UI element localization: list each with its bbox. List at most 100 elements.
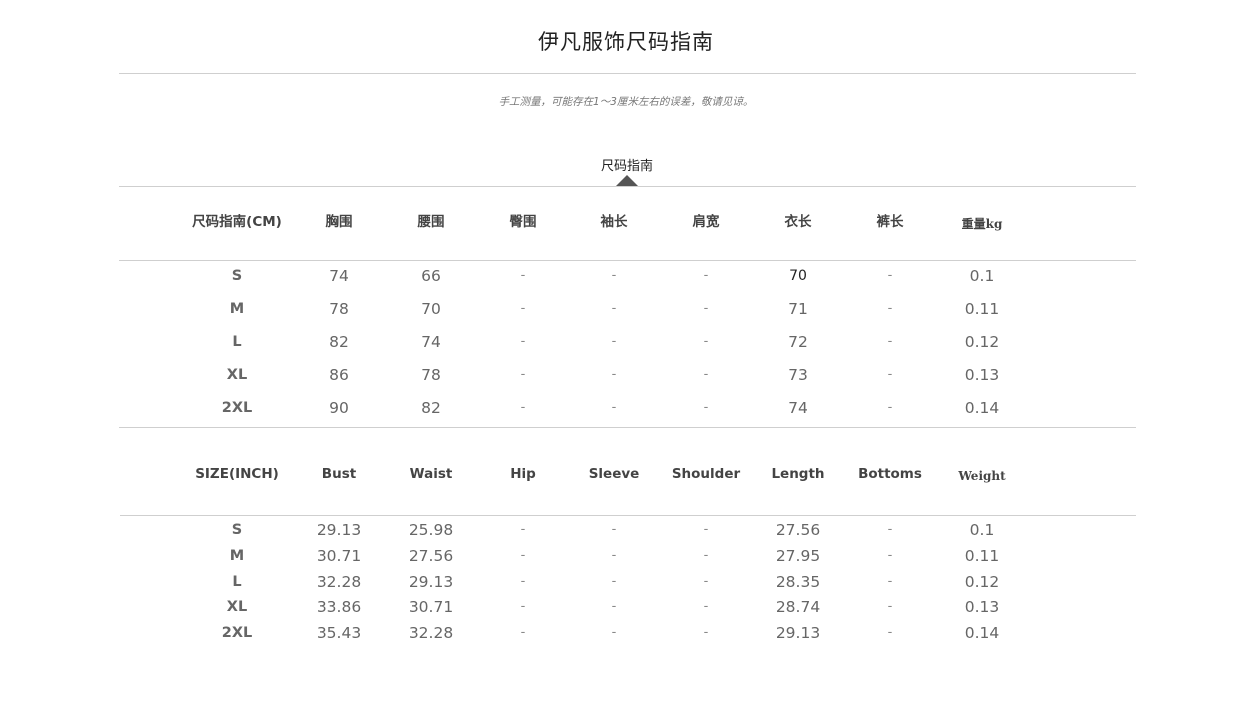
table-cell: - — [887, 268, 893, 283]
table-cell: 30.71 — [316, 547, 362, 565]
table-cell: - — [887, 367, 893, 382]
divider — [119, 186, 1136, 187]
measurement-note: 手工测量，可能存在1～3厘米左右的误差，敬请见谅。 — [498, 96, 754, 108]
table-cell: 82 — [421, 399, 441, 417]
table-row: L 82 74 - - - 72 - 0.12 — [0, 331, 1249, 353]
table-cell: 0.14 — [964, 399, 1000, 417]
table-cell: - — [520, 548, 526, 563]
table-cell: 27.56 — [775, 521, 821, 539]
table-cell: - — [611, 522, 617, 537]
size-cell: XL — [226, 367, 248, 383]
divider — [119, 427, 1136, 428]
table-cell: 30.71 — [408, 598, 454, 616]
table-cell: - — [703, 574, 709, 589]
table-cell: 27.56 — [408, 547, 454, 565]
header-cell: 尺码指南(CM) — [192, 214, 282, 230]
table-row: 2XL 35.43 32.28 - - - 29.13 - 0.14 — [0, 622, 1249, 644]
table-row: 2XL 90 82 - - - 74 - 0.14 — [0, 397, 1249, 419]
table-cell: - — [887, 334, 893, 349]
divider — [119, 73, 1136, 74]
size-cell: L — [232, 574, 242, 590]
header-cell: 臀围 — [509, 214, 537, 230]
table-cell: 32.28 — [408, 624, 454, 642]
table-cell: 27.95 — [775, 547, 821, 565]
table-cell: 78 — [421, 366, 441, 384]
header-cell: 重量kg — [961, 217, 1003, 231]
table-cell: 32.28 — [316, 573, 362, 591]
table-cell: 82 — [329, 333, 349, 351]
table-cell: - — [611, 268, 617, 283]
header-cell: SIZE(INCH) — [195, 466, 279, 482]
table-row: S 74 66 - - - 70 - 0.1 — [0, 265, 1249, 287]
table-cell: - — [887, 548, 893, 563]
size-cell: M — [229, 548, 245, 564]
header-cell: 肩宽 — [692, 214, 720, 230]
table-cell: - — [520, 400, 526, 415]
page-title: 伊凡服饰尺码指南 — [538, 30, 714, 54]
table-cell: 0.1 — [969, 267, 995, 285]
cm-table-header: 尺码指南(CM) 胸围 腰围 臀围 袖长 肩宽 衣长 裤长 重量kg — [0, 211, 1249, 233]
size-cell: L — [232, 334, 242, 350]
table-cell: - — [703, 301, 709, 316]
table-cell: 0.14 — [964, 624, 1000, 642]
header-cell: 袖长 — [600, 214, 628, 230]
table-cell: - — [611, 599, 617, 614]
table-cell: 74 — [421, 333, 441, 351]
table-cell: - — [520, 574, 526, 589]
table-cell: - — [520, 301, 526, 316]
table-cell: 0.11 — [964, 300, 1000, 318]
table-cell: - — [703, 599, 709, 614]
table-cell: 25.98 — [408, 521, 454, 539]
size-cell: S — [231, 268, 243, 284]
table-cell: - — [887, 574, 893, 589]
table-cell: 28.74 — [775, 598, 821, 616]
table-cell: - — [887, 599, 893, 614]
header-cell: Bust — [321, 466, 357, 482]
table-cell: - — [703, 522, 709, 537]
table-cell: - — [611, 625, 617, 640]
table-cell: 70 — [421, 300, 441, 318]
table-row: S 29.13 25.98 - - - 27.56 - 0.1 — [0, 519, 1249, 541]
table-cell: - — [887, 301, 893, 316]
table-cell: 72 — [788, 333, 808, 351]
table-cell: 90 — [329, 399, 349, 417]
table-cell: - — [520, 334, 526, 349]
header-cell: Shoulder — [671, 466, 741, 482]
table-cell: 0.11 — [964, 547, 1000, 565]
table-cell: - — [703, 625, 709, 640]
table-cell: 0.13 — [964, 366, 1000, 384]
divider — [120, 515, 1136, 516]
header-cell: Sleeve — [588, 466, 640, 482]
table-cell: - — [611, 548, 617, 563]
table-row: XL 33.86 30.71 - - - 28.74 - 0.13 — [0, 596, 1249, 618]
table-cell: - — [703, 367, 709, 382]
table-cell: 29.13 — [775, 624, 821, 642]
table-cell: 66 — [421, 267, 441, 285]
tab-size-guide[interactable]: 尺码指南 — [0, 155, 1249, 174]
table-cell: - — [703, 268, 709, 283]
table-cell: 35.43 — [316, 624, 362, 642]
table-row: M 30.71 27.56 - - - 27.95 - 0.11 — [0, 545, 1249, 567]
table-cell: - — [520, 522, 526, 537]
table-cell: 0.12 — [964, 573, 1000, 591]
table-cell: - — [611, 574, 617, 589]
table-cell: 0.12 — [964, 333, 1000, 351]
table-cell: 70 — [789, 268, 807, 284]
table-cell: 29.13 — [316, 521, 362, 539]
table-cell: - — [887, 522, 893, 537]
header-cell: 衣长 — [784, 214, 812, 230]
table-row: XL 86 78 - - - 73 - 0.13 — [0, 364, 1249, 386]
table-cell: - — [703, 400, 709, 415]
divider — [119, 260, 1136, 261]
size-cell: M — [229, 301, 245, 317]
header-cell: Weight — [958, 469, 1006, 483]
table-cell: 74 — [788, 399, 808, 417]
table-cell: 0.13 — [964, 598, 1000, 616]
inch-table-header: SIZE(INCH) Bust Waist Hip Sleeve Shoulde… — [0, 463, 1249, 485]
table-cell: 0.1 — [969, 521, 995, 539]
table-cell: - — [703, 334, 709, 349]
header-cell: 裤长 — [876, 214, 904, 230]
table-cell: - — [703, 548, 709, 563]
size-cell: 2XL — [221, 625, 253, 641]
size-cell: XL — [226, 599, 248, 615]
